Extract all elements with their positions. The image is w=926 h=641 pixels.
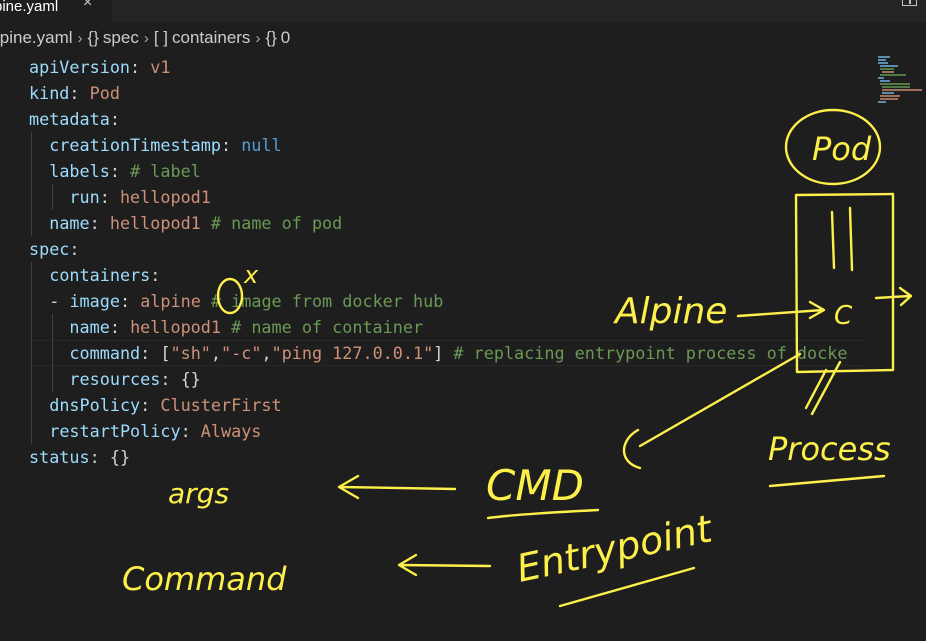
split-editor-icon[interactable] — [902, 0, 917, 6]
minimap[interactable] — [868, 54, 926, 641]
close-icon[interactable]: × — [83, 0, 92, 12]
code-line-1: apiVersion: v1 — [29, 57, 171, 77]
code-line-7: name: hellopod1 # name of pod — [49, 213, 343, 233]
object-icon: {} — [87, 28, 99, 47]
code-line-4: creationTimestamp: null — [49, 135, 282, 155]
code-line-10: - image: alpine # image from docker hub — [49, 291, 444, 311]
code-line-5: labels: # label — [49, 161, 201, 181]
breadcrumb: lpine.yaml › {} spec › [ ] containers › … — [0, 26, 290, 50]
code-line-8: spec: — [29, 239, 80, 259]
code-line-15: restartPolicy: Always — [49, 421, 262, 441]
code-line-13: resources: {} — [69, 369, 201, 389]
code-line-14: dnsPolicy: ClusterFirst — [49, 395, 282, 415]
chevron-right-icon: › — [143, 29, 149, 47]
code-line-12: command: ["sh","-c","ping 127.0.0.1"] # … — [69, 343, 848, 363]
code-editor[interactable]: apiVersion: v1 kind: Pod metadata: creat… — [0, 54, 868, 641]
array-icon: [ ] — [153, 28, 168, 47]
chevron-right-icon: › — [255, 29, 261, 47]
code-line-9: containers: — [49, 265, 161, 285]
breadcrumb-label: 0 — [280, 28, 291, 47]
chevron-right-icon: › — [77, 29, 83, 47]
breadcrumb-item-0[interactable]: {} 0 — [265, 28, 290, 48]
code-line-6: run: hellopod1 — [69, 187, 211, 207]
breadcrumb-label: lpine.yaml — [0, 28, 73, 47]
code-line-16: status: {} — [29, 447, 131, 467]
code-line-11: name: hellopod1 # name of container — [69, 317, 424, 337]
tab-bar: pine.yaml × — [0, 0, 926, 22]
breadcrumb-label: containers — [172, 28, 251, 47]
breadcrumb-label: spec — [102, 28, 139, 47]
breadcrumb-item-containers[interactable]: [ ] containers — [154, 28, 251, 48]
object-icon: {} — [265, 28, 277, 47]
breadcrumb-item-file[interactable]: lpine.yaml — [0, 28, 73, 48]
code-line-2: kind: Pod — [29, 83, 120, 103]
tab-label: pine.yaml — [0, 0, 59, 15]
code-line-3: metadata: — [29, 109, 120, 129]
tab-alpine-yaml[interactable]: pine.yaml × — [0, 0, 112, 22]
breadcrumb-item-spec[interactable]: {} spec — [88, 28, 139, 48]
